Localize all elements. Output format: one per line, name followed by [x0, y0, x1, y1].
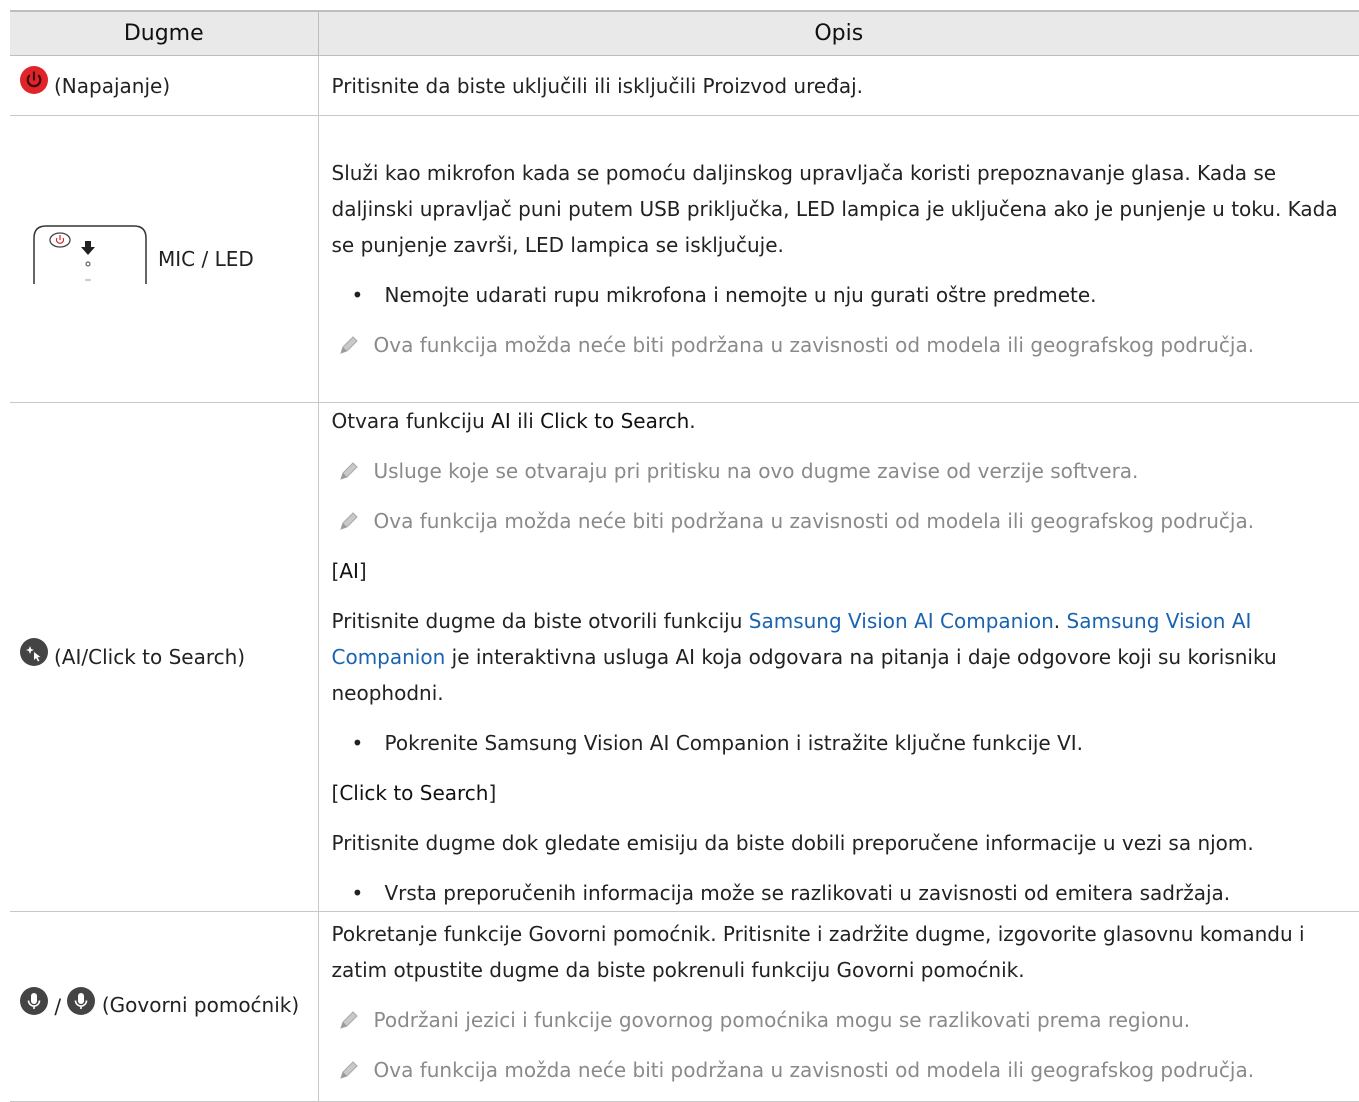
note-item: Ova funkcija možda neće biti podržana u … — [332, 1052, 1350, 1088]
description-text: Služi kao mikrofon kada se pomoću daljin… — [331, 160, 1338, 257]
description-cell: Pokretanje funkcije Govorni pomoćnik. Pr… — [318, 911, 1359, 1102]
button-cell: (Napajanje) — [10, 55, 319, 116]
pencil-note-icon — [332, 510, 374, 532]
description-cell: Služi kao mikrofon kada se pomoću daljin… — [318, 115, 1359, 403]
click-to-search-description: Pritisnite dugme dok gledate emisiju da … — [331, 831, 1254, 855]
table-row: (AI/Click to Search) Otvara funkciju AI … — [10, 402, 1359, 912]
description-cell: Otvara funkciju AI ili Click to Search. … — [318, 402, 1359, 912]
description-intro: Otvara funkciju AI ili Click to Search. — [331, 409, 696, 433]
bullet-icon: • — [351, 282, 364, 307]
table-row: (Napajanje) Pritisnite da biste uključil… — [10, 55, 1359, 116]
bullet-text: Pokrenite Samsung Vision AI Companion i … — [384, 731, 1084, 755]
note-text: Usluge koje se otvaraju pri pritisku na … — [373, 459, 1139, 483]
note-item: Podržani jezici i funkcije govornog pomo… — [332, 1002, 1350, 1038]
power-icon — [20, 66, 48, 105]
note-text: Podržani jezici i funkcije govornog pomo… — [373, 1008, 1191, 1032]
button-label: (AI/Click to Search) — [54, 645, 246, 669]
note-text: Ova funkcija možda neće biti podržana u … — [373, 1058, 1255, 1082]
button-label: (Napajanje) — [54, 73, 171, 98]
table-row: MIC / LED Služi kao mikrofon kada se pom… — [10, 115, 1359, 403]
microphone-icon — [61, 987, 102, 1020]
bullet-icon: • — [351, 731, 364, 755]
button-label: (Govorni pomoćnik) — [101, 993, 300, 1017]
bullet-text: Nemojte udarati rupu mikrofona i nemojte… — [384, 282, 1097, 307]
note-text: Ova funkcija možda neće biti podržana u … — [373, 332, 1255, 357]
section-heading-ai: [AI] — [331, 559, 367, 583]
note-item: Usluge koje se otvaraju pri pritisku na … — [332, 453, 1350, 489]
button-cell: (AI/Click to Search) — [10, 402, 319, 912]
pencil-note-icon — [332, 334, 374, 356]
bullet-item: • Nemojte udarati rupu mikrofona i nemoj… — [332, 277, 1350, 313]
pencil-note-icon — [332, 1059, 374, 1081]
ai-description: Pritisnite dugme da biste otvorili funkc… — [331, 609, 1277, 705]
note-item: Ova funkcija možda neće biti podržana u … — [332, 327, 1350, 363]
button-cell: / (Govorni pomoćnik) — [10, 911, 319, 1102]
microphone-icon — [20, 987, 54, 1020]
table-header-row: Dugme Opis — [10, 10, 1359, 56]
table-row: / (Govorni pomoćnik) Pokretanje funkcije… — [10, 911, 1359, 1102]
bullet-text: Vrsta preporučenih informacija može se r… — [384, 881, 1231, 905]
button-description-table: Dugme Opis (Napajanje) Pritisnite da bis… — [10, 10, 1359, 1102]
bullet-icon: • — [351, 881, 364, 905]
ai-click-to-search-icon — [20, 637, 48, 677]
header-dugme: Dugme — [10, 10, 319, 56]
pencil-note-icon — [332, 460, 374, 482]
bullet-item: • Pokrenite Samsung Vision AI Companion … — [332, 725, 1350, 761]
bullet-item: • Vrsta preporučenih informacija može se… — [332, 875, 1350, 911]
samsung-vision-ai-link[interactable]: Samsung Vision AI Companion — [749, 609, 1054, 633]
remote-mic-led-icon — [32, 224, 148, 295]
button-cell: MIC / LED — [10, 115, 319, 403]
button-label: MIC / LED — [158, 247, 254, 271]
description-cell: Pritisnite da biste uključili ili isklju… — [318, 55, 1359, 116]
pencil-note-icon — [332, 1009, 374, 1031]
note-item: Ova funkcija možda neće biti podržana u … — [332, 503, 1350, 539]
description-text: Pokretanje funkcije Govorni pomoćnik. Pr… — [331, 922, 1305, 982]
header-opis: Opis — [318, 10, 1359, 56]
description-text: Pritisnite da biste uključili ili isklju… — [331, 73, 864, 98]
note-text: Ova funkcija možda neće biti podržana u … — [373, 509, 1255, 533]
section-heading-click-to-search: [Click to Search] — [331, 781, 497, 805]
